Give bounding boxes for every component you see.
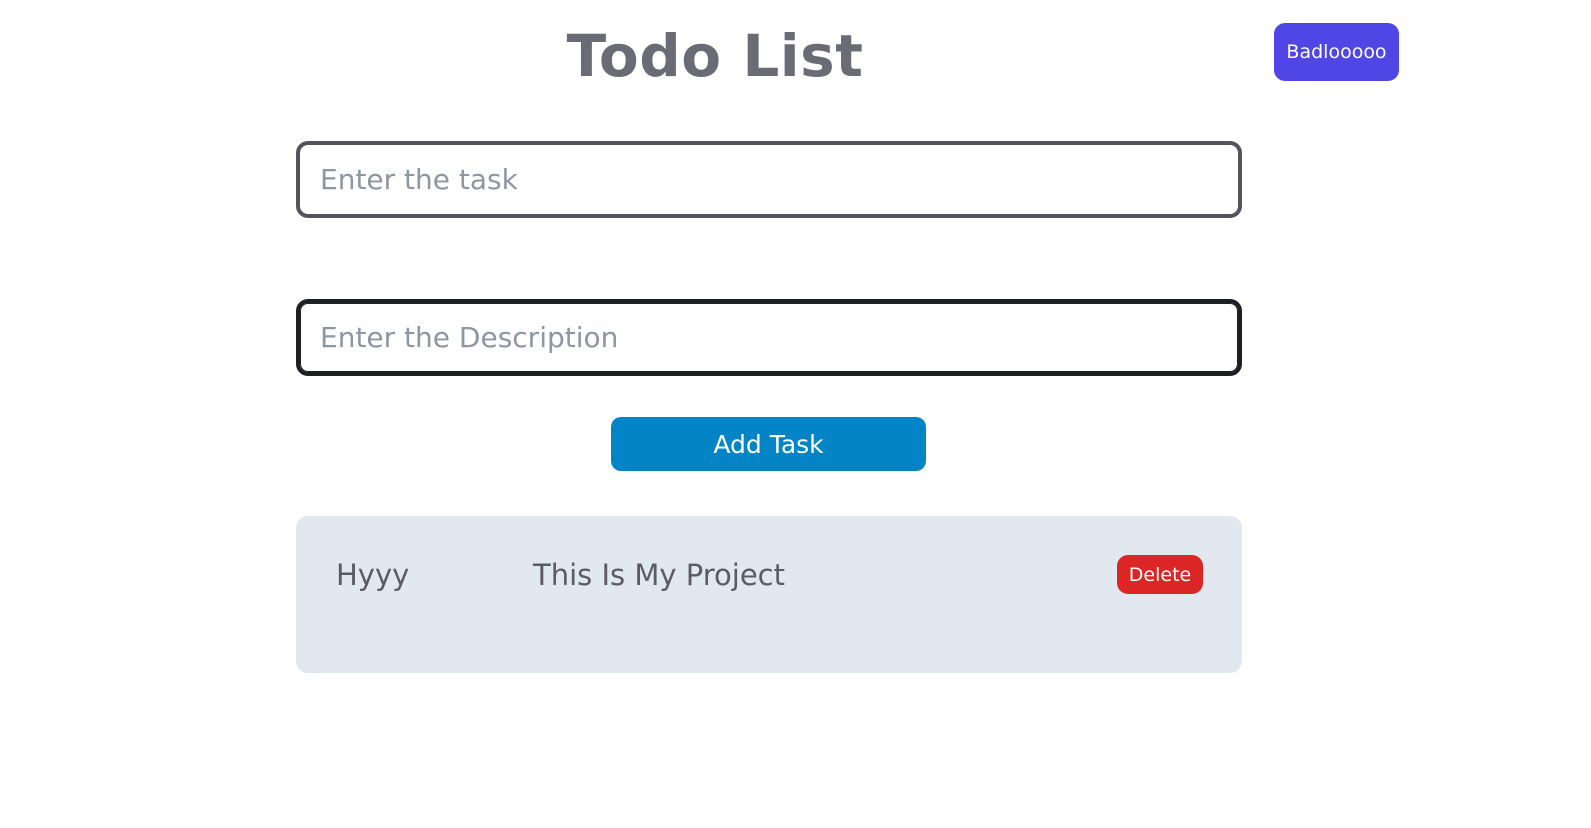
theme-toggle-button[interactable]: Badlooooo [1274, 23, 1399, 81]
add-task-button[interactable]: Add Task [611, 417, 926, 471]
page-title: Todo List [566, 22, 864, 90]
task-title: Hyyy [336, 558, 410, 592]
task-card: Hyyy This Is My Project Delete [296, 516, 1242, 673]
delete-task-button[interactable]: Delete [1117, 555, 1203, 594]
description-input[interactable] [296, 299, 1242, 376]
todo-page: Todo List Badlooooo Add Task Hyyy This I… [0, 0, 1591, 828]
task-description: This Is My Project [533, 558, 785, 592]
task-input[interactable] [296, 141, 1242, 218]
